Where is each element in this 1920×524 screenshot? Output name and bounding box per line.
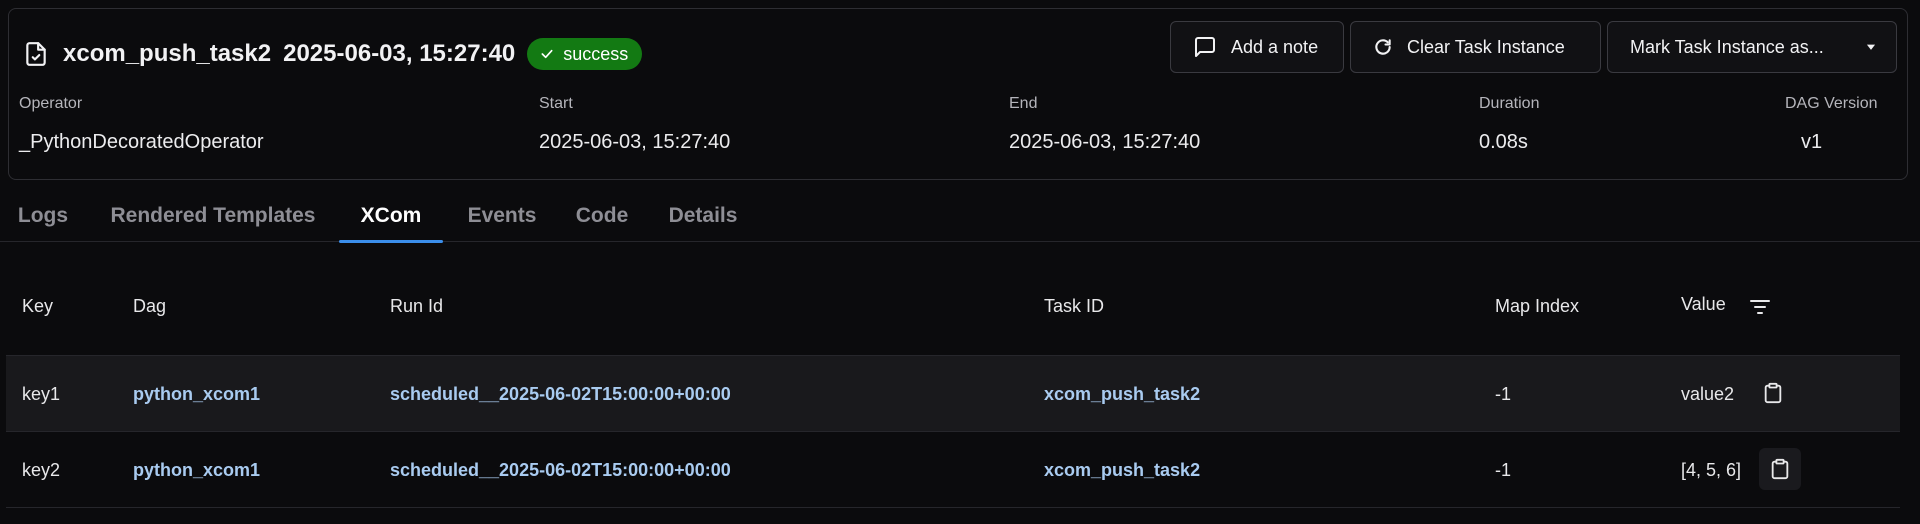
status-badge: success	[527, 38, 643, 70]
cell-map-index: -1	[1495, 459, 1512, 480]
cell-key: key2	[22, 459, 61, 480]
clipboard-icon[interactable]	[1752, 372, 1794, 414]
clear-task-instance-button[interactable]: Clear Task Instance	[1350, 21, 1601, 73]
mark-task-instance-label: Mark Task Instance as...	[1630, 36, 1824, 57]
column-header-dag: Dag	[133, 296, 167, 316]
tab-events[interactable]: Events	[450, 190, 554, 242]
cell-map-index: -1	[1495, 383, 1512, 404]
task-instance-header: xcom_push_task2 2025-06-03, 15:27:40 suc…	[8, 8, 1908, 180]
table-row: key1 python_xcom1 scheduled__2025-06-02T…	[6, 355, 1900, 431]
caret-down-icon	[1866, 44, 1876, 50]
refresh-icon	[1375, 39, 1391, 55]
cell-dag-link[interactable]: python_xcom1	[133, 432, 260, 508]
filter-icon[interactable]	[1748, 295, 1772, 319]
add-note-button[interactable]: Add a note	[1170, 21, 1344, 73]
end-value: 2025-06-03, 15:27:40	[1009, 131, 1201, 153]
cell-value: [4, 5, 6]	[1681, 459, 1742, 480]
start-label: Start	[539, 95, 573, 112]
clear-task-instance-label: Clear Task Instance	[1407, 36, 1565, 57]
cell-run-id-link[interactable]: scheduled__2025-06-02T15:00:00+00:00	[390, 432, 731, 508]
tab-rendered-templates[interactable]: Rendered Templates	[96, 190, 330, 242]
task-tabs: Logs Rendered Templates XCom Events Code…	[0, 190, 1920, 243]
mark-task-instance-button[interactable]: Mark Task Instance as...	[1607, 21, 1897, 73]
task-date-title: 2025-06-03, 15:27:40	[283, 40, 516, 67]
start-value: 2025-06-03, 15:27:40	[539, 131, 731, 153]
cell-task-id-link[interactable]: xcom_push_task2	[1044, 432, 1200, 508]
message-square-icon	[1195, 37, 1215, 57]
dag-version-value: v1	[1801, 131, 1823, 153]
cell-task-id-link[interactable]: xcom_push_task2	[1044, 356, 1200, 432]
status-text: success	[563, 43, 629, 64]
tab-code[interactable]: Code	[562, 190, 642, 242]
document-check-icon	[23, 41, 49, 67]
clipboard-icon[interactable]	[1759, 448, 1801, 490]
header-actions: Add a note Clear Task Instance Mark Task…	[1170, 21, 1897, 73]
dag-version-label: DAG Version	[1785, 95, 1878, 112]
column-header-task-id: Task ID	[1044, 296, 1105, 316]
check-icon	[541, 49, 553, 59]
column-header-key: Key	[22, 296, 54, 316]
duration-label: Duration	[1479, 95, 1540, 112]
tab-details[interactable]: Details	[655, 190, 751, 242]
table-row: key2 python_xcom1 scheduled__2025-06-02T…	[6, 431, 1900, 508]
end-label: End	[1009, 95, 1038, 112]
column-header-run-id: Run Id	[390, 296, 444, 316]
cell-run-id-link[interactable]: scheduled__2025-06-02T15:00:00+00:00	[390, 356, 731, 432]
cell-dag-link[interactable]: python_xcom1	[133, 356, 260, 432]
cell-key: key1	[22, 383, 61, 404]
tab-xcom[interactable]: XCom	[339, 190, 443, 243]
title-row: xcom_push_task2 2025-06-03, 15:27:40 suc…	[23, 35, 643, 73]
cell-value: value2	[1681, 383, 1735, 404]
task-id-title: xcom_push_task2	[63, 40, 272, 67]
operator-label: Operator	[19, 95, 83, 112]
duration-value: 0.08s	[1479, 131, 1528, 153]
column-header-value: Value	[1681, 294, 1726, 314]
column-header-map-index: Map Index	[1495, 296, 1580, 316]
tab-logs[interactable]: Logs	[0, 190, 86, 242]
add-note-label: Add a note	[1231, 36, 1319, 57]
operator-value: _PythonDecoratedOperator	[19, 131, 264, 153]
